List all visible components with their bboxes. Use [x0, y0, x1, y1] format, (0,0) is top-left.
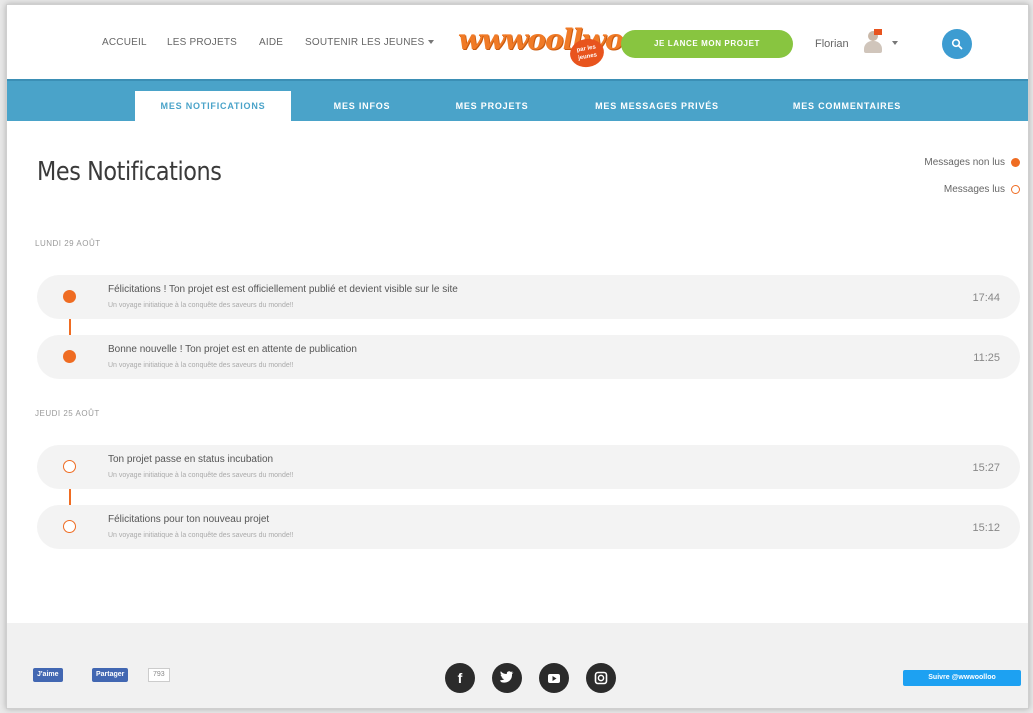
tab-messages-prives[interactable]: MES MESSAGES PRIVÉS — [577, 91, 737, 121]
search-button[interactable] — [942, 29, 972, 59]
facebook-icon[interactable]: f — [445, 663, 475, 693]
nav-link-aide[interactable]: AIDE — [259, 37, 283, 48]
nav-link-soutenir-label: SOUTENIR LES JEUNES — [305, 37, 425, 48]
read-dot-icon — [1011, 184, 1020, 194]
notification-project: Un voyage initiatique à la conquête des … — [108, 532, 294, 539]
notification-title: Félicitations pour ton nouveau projet — [108, 514, 270, 525]
notification-unread-marker-icon — [63, 290, 76, 303]
page-title: Mes Notifications — [37, 157, 222, 187]
twitter-follow-button[interactable]: Suivre @wwwoolloo — [903, 670, 1021, 686]
browser-frame: ACCUEIL LES PROJETS AIDE SOUTENIR LES JE… — [6, 4, 1029, 709]
unread-dot-icon — [1011, 157, 1020, 167]
nav-link-soutenir[interactable]: SOUTENIR LES JEUNES — [305, 37, 435, 48]
notification-project: Un voyage initiatique à la conquête des … — [108, 362, 294, 369]
tab-infos[interactable]: MES INFOS — [307, 91, 417, 121]
twitter-icon[interactable] — [492, 663, 522, 693]
account-tabbar: MES NOTIFICATIONS MES INFOS MES PROJETS … — [7, 79, 1028, 123]
notification-item[interactable]: Ton projet passe en status incubation Un… — [37, 445, 1020, 489]
legend-read: Messages lus — [944, 184, 1020, 195]
legend-unread-label: Messages non lus — [924, 157, 1005, 168]
day-label: LUNDI 29 AOÛT — [35, 239, 101, 248]
notification-item[interactable]: Bonne nouvelle ! Ton projet est en atten… — [37, 335, 1020, 379]
notification-unread-marker-icon — [63, 350, 76, 363]
notification-item[interactable]: Félicitations pour ton nouveau projet Un… — [37, 505, 1020, 549]
launch-project-button[interactable]: JE LANCE MON PROJET — [621, 30, 793, 58]
youtube-icon[interactable] — [539, 663, 569, 693]
facebook-like-count: 793 — [148, 668, 170, 682]
notification-item[interactable]: Félicitations ! Ton projet est est offic… — [37, 275, 1020, 319]
notification-title: Bonne nouvelle ! Ton projet est en atten… — [108, 344, 357, 355]
notification-time: 15:27 — [972, 462, 1000, 474]
notification-time: 11:25 — [973, 352, 1000, 364]
nav-link-projets[interactable]: LES PROJETS — [167, 37, 237, 48]
facebook-share-button[interactable]: Partager — [92, 668, 129, 682]
legend-unread: Messages non lus — [924, 157, 1020, 168]
site-header: ACCUEIL LES PROJETS AIDE SOUTENIR LES JE… — [7, 5, 1028, 79]
notification-title: Félicitations ! Ton projet est est offic… — [108, 284, 458, 295]
user-menu-chevron-icon[interactable] — [892, 41, 898, 45]
day-label: JEUDI 25 AOÛT — [35, 409, 100, 418]
site-logo[interactable]: wwwoollwo par les jeunes — [458, 19, 624, 71]
notification-read-marker-icon — [63, 520, 76, 533]
legend-read-label: Messages lus — [943, 184, 1005, 195]
notification-time: 17:44 — [972, 292, 1000, 304]
tab-notifications[interactable]: MES NOTIFICATIONS — [135, 91, 291, 123]
notification-time: 15:12 — [972, 522, 1000, 534]
tab-projets[interactable]: MES PROJETS — [437, 91, 547, 121]
user-name[interactable]: Florian — [815, 38, 849, 50]
nav-link-accueil[interactable]: ACCUEIL — [102, 37, 147, 48]
notification-project: Un voyage initiatique à la conquête des … — [108, 472, 294, 479]
notification-project: Un voyage initiatique à la conquête des … — [108, 302, 294, 309]
search-icon — [951, 38, 963, 50]
facebook-like-button[interactable]: J'aime — [33, 668, 63, 682]
notification-read-marker-icon — [63, 460, 76, 473]
instagram-icon[interactable] — [586, 663, 616, 693]
tab-commentaires[interactable]: MES COMMENTAIRES — [767, 91, 927, 121]
chevron-down-icon — [428, 40, 435, 45]
notification-title: Ton projet passe en status incubation — [108, 454, 274, 465]
site-footer: J'aime Partager 793 f Suivre @wwwoolloo — [7, 623, 1028, 708]
avatar[interactable] — [862, 29, 884, 53]
